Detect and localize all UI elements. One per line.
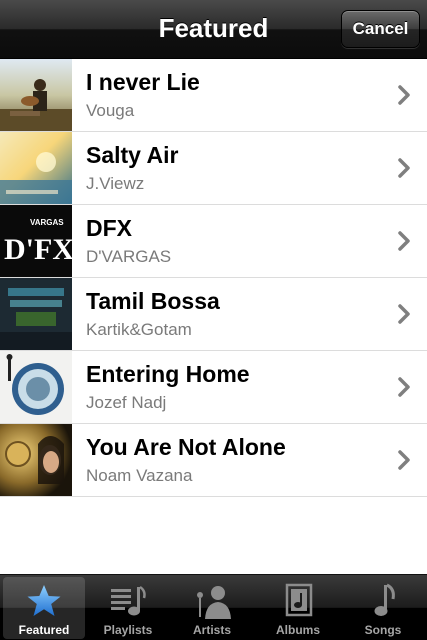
artist-name: Vouga	[86, 101, 135, 120]
artists-icon	[197, 586, 231, 619]
list-item[interactable]: You Are Not Alone Noam Vazana	[0, 424, 427, 497]
featured-list: I never Lie Vouga Salty Air J.Viewz D'FX…	[0, 59, 427, 497]
navigation-bar: Featured Cancel	[0, 0, 427, 59]
list-item[interactable]: D'FX VARGAS DFX D'VARGAS	[0, 205, 427, 278]
song-title: Salty Air	[86, 142, 179, 168]
album-art	[0, 278, 72, 350]
album-art	[0, 59, 72, 131]
songs-icon	[374, 583, 395, 616]
tab-label: Songs	[364, 623, 402, 637]
albums-icon	[285, 583, 313, 617]
list-item[interactable]: Salty Air J.Viewz	[0, 132, 427, 205]
artist-name: Jozef Nadj	[86, 393, 167, 412]
list-item[interactable]: I never Lie Vouga	[0, 59, 427, 132]
album-art	[0, 351, 72, 423]
cover-text: D'FX	[4, 233, 72, 266]
song-title: You Are Not Alone	[86, 434, 286, 460]
star-icon	[27, 585, 61, 616]
playlists-icon	[111, 585, 146, 616]
album-art	[0, 424, 72, 496]
chevron-right-icon	[398, 304, 410, 324]
chevron-right-icon	[398, 450, 410, 470]
tab-label: Featured	[18, 623, 70, 637]
chevron-right-icon	[398, 231, 410, 251]
song-title: Tamil Bossa	[86, 288, 220, 314]
tab-label: Playlists	[103, 623, 153, 637]
song-title: I never Lie	[86, 69, 200, 95]
list-item[interactable]: Tamil Bossa Kartik&Gotam	[0, 278, 427, 351]
cover-text-small: VARGAS	[30, 218, 64, 227]
album-art	[0, 132, 72, 204]
artist-name: D'VARGAS	[86, 247, 172, 266]
cancel-button[interactable]: Cancel	[341, 10, 420, 48]
tab-albums[interactable]: Albums	[257, 577, 339, 639]
chevron-right-icon	[398, 85, 410, 105]
chevron-right-icon	[398, 158, 410, 178]
artist-name: Noam Vazana	[86, 466, 193, 485]
tab-artists[interactable]: Artists	[171, 577, 253, 639]
song-title: DFX	[86, 215, 132, 241]
song-title: Entering Home	[86, 361, 250, 387]
list-item[interactable]: Entering Home Jozef Nadj	[0, 351, 427, 424]
tab-featured[interactable]: Featured	[3, 577, 85, 639]
tab-songs[interactable]: Songs	[342, 577, 424, 639]
artist-name: Kartik&Gotam	[86, 320, 192, 339]
tab-label: Albums	[275, 623, 320, 637]
tab-playlists[interactable]: Playlists	[87, 577, 169, 639]
artist-name: J.Viewz	[86, 174, 145, 193]
tab-bar: Featured Playlists Artists Albums Songs	[0, 574, 427, 640]
album-art: D'FX VARGAS	[0, 205, 72, 277]
chevron-right-icon	[398, 377, 410, 397]
tab-label: Artists	[192, 623, 231, 637]
